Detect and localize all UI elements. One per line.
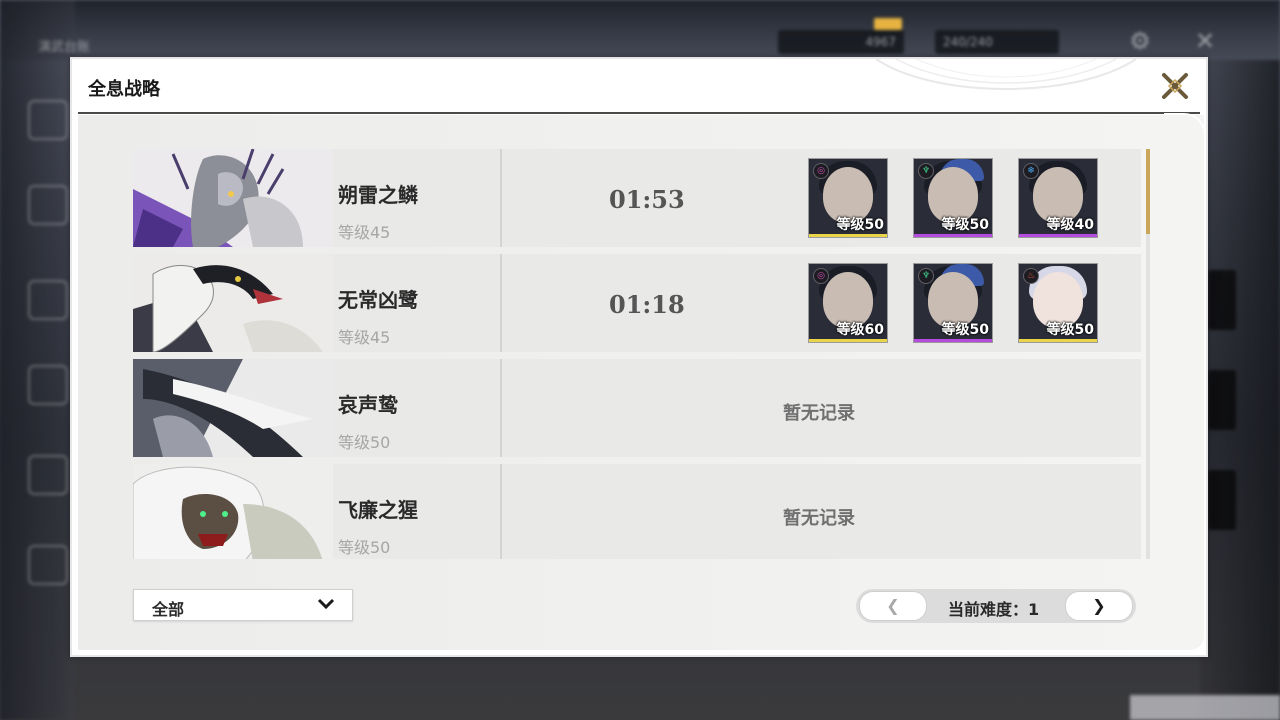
boss-row[interactable]: 无常凶鹭 等级45 01:18 ◎ 等级60 ♆ 等级50 ♨ 等级50	[133, 254, 1141, 352]
scrollbar-thumb[interactable]	[1146, 149, 1150, 234]
dialog-header: 全息战略	[72, 59, 1206, 114]
background-card	[1208, 470, 1236, 530]
header-decoration	[876, 59, 1136, 90]
character-level: 等级50	[941, 322, 989, 338]
difficulty-filter-dropdown[interactable]: 全部	[133, 589, 353, 621]
background-footer	[1130, 695, 1280, 720]
team-character-card[interactable]: ◎ 等级50	[808, 158, 888, 238]
aero-element-icon: ♆	[918, 163, 934, 179]
no-record-text: 暂无记录	[783, 403, 855, 424]
holo-strategy-dialog: 全息战略 朔雷之鳞 等级45 01:53 ◎ 等级50 ♆ 等级50 ❄ 等级4…	[70, 57, 1208, 657]
sidebar-icon	[28, 100, 68, 140]
background-topbar	[0, 0, 1280, 60]
resource-counter: 4967	[778, 30, 904, 54]
boss-row[interactable]: 朔雷之鳞 等级45 01:53 ◎ 等级50 ♆ 等级50 ❄ 等级40	[133, 149, 1141, 247]
boss-name: 无常凶鹭	[338, 288, 418, 312]
character-level: 等级60	[836, 322, 884, 338]
boss-level: 等级45	[338, 223, 391, 242]
no-record-text: 暂无记录	[783, 508, 855, 529]
boss-level: 等级45	[338, 328, 391, 347]
boss-level: 等级50	[338, 538, 391, 557]
electro-element-icon: ◎	[813, 163, 829, 179]
stamina-counter: 240/240	[935, 30, 1059, 54]
prev-difficulty-button[interactable]: ❮	[859, 591, 927, 621]
close-icon: ✕	[1194, 27, 1216, 55]
team-character-card[interactable]: ◎ 等级60	[808, 263, 888, 343]
fusion-element-icon: ♨	[1023, 268, 1039, 284]
clear-time: 01:53	[609, 185, 685, 214]
boss-portrait	[133, 149, 333, 247]
boss-name: 飞廉之猩	[338, 498, 418, 522]
panel-corner	[1164, 113, 1206, 155]
sidebar-icon	[28, 280, 68, 320]
glacio-element-icon: ❄	[1023, 163, 1039, 179]
current-difficulty: 当前难度：1	[948, 600, 1040, 619]
next-difficulty-button[interactable]: ❯	[1065, 591, 1133, 621]
character-level: 等级50	[836, 217, 884, 233]
boss-level: 等级50	[338, 433, 391, 452]
row-divider	[500, 149, 502, 247]
row-divider	[500, 254, 502, 352]
boss-name: 朔雷之鳞	[338, 183, 418, 207]
electro-element-icon: ◎	[813, 268, 829, 284]
boss-portrait	[133, 464, 333, 559]
row-divider	[500, 359, 502, 457]
boss-row[interactable]: 哀声鸷 等级50 暂无记录	[133, 359, 1141, 457]
sidebar-icon	[28, 365, 68, 405]
character-level: 等级50	[941, 217, 989, 233]
sidebar-icon	[28, 545, 68, 585]
boss-record-list[interactable]: 朔雷之鳞 等级45 01:53 ◎ 等级50 ♆ 等级50 ❄ 等级40 无常凶…	[133, 149, 1141, 559]
team-character-card[interactable]: ♆ 等级50	[913, 263, 993, 343]
aero-element-icon: ♆	[918, 268, 934, 284]
sidebar-icon	[28, 185, 68, 225]
close-button[interactable]	[1158, 69, 1192, 103]
boss-name: 哀声鸷	[338, 393, 398, 417]
clear-time: 01:18	[609, 290, 685, 319]
boss-row[interactable]: 飞廉之猩 等级50 暂无记录	[133, 464, 1141, 559]
character-level: 等级40	[1046, 217, 1094, 233]
filter-selected-value: 全部	[152, 600, 185, 619]
character-level: 等级50	[1046, 322, 1094, 338]
boss-portrait	[133, 359, 333, 457]
row-divider	[500, 464, 502, 559]
team-character-card[interactable]: ❄ 等级40	[1018, 158, 1098, 238]
list-scrollbar[interactable]	[1146, 149, 1150, 559]
background-card	[1208, 270, 1236, 330]
dialog-title: 全息战略	[88, 79, 160, 100]
team-character-card[interactable]: ♆ 等级50	[913, 158, 993, 238]
background-card	[1208, 370, 1236, 430]
boss-portrait	[133, 254, 333, 352]
settings-icon: ⚙	[1129, 27, 1151, 55]
team-character-card[interactable]: ♨ 等级50	[1018, 263, 1098, 343]
resource-badge	[874, 18, 902, 30]
dialog-content: 朔雷之鳞 等级45 01:53 ◎ 等级50 ♆ 等级50 ❄ 等级40 无常凶…	[78, 113, 1206, 650]
header-divider	[78, 112, 1200, 114]
background-title: 演武台账	[38, 40, 91, 55]
chevron-down-icon	[317, 598, 335, 610]
difficulty-pager: ❮ 当前难度：1 ❯	[856, 589, 1136, 623]
background-sidebar	[0, 0, 75, 720]
sidebar-icon	[28, 455, 68, 495]
